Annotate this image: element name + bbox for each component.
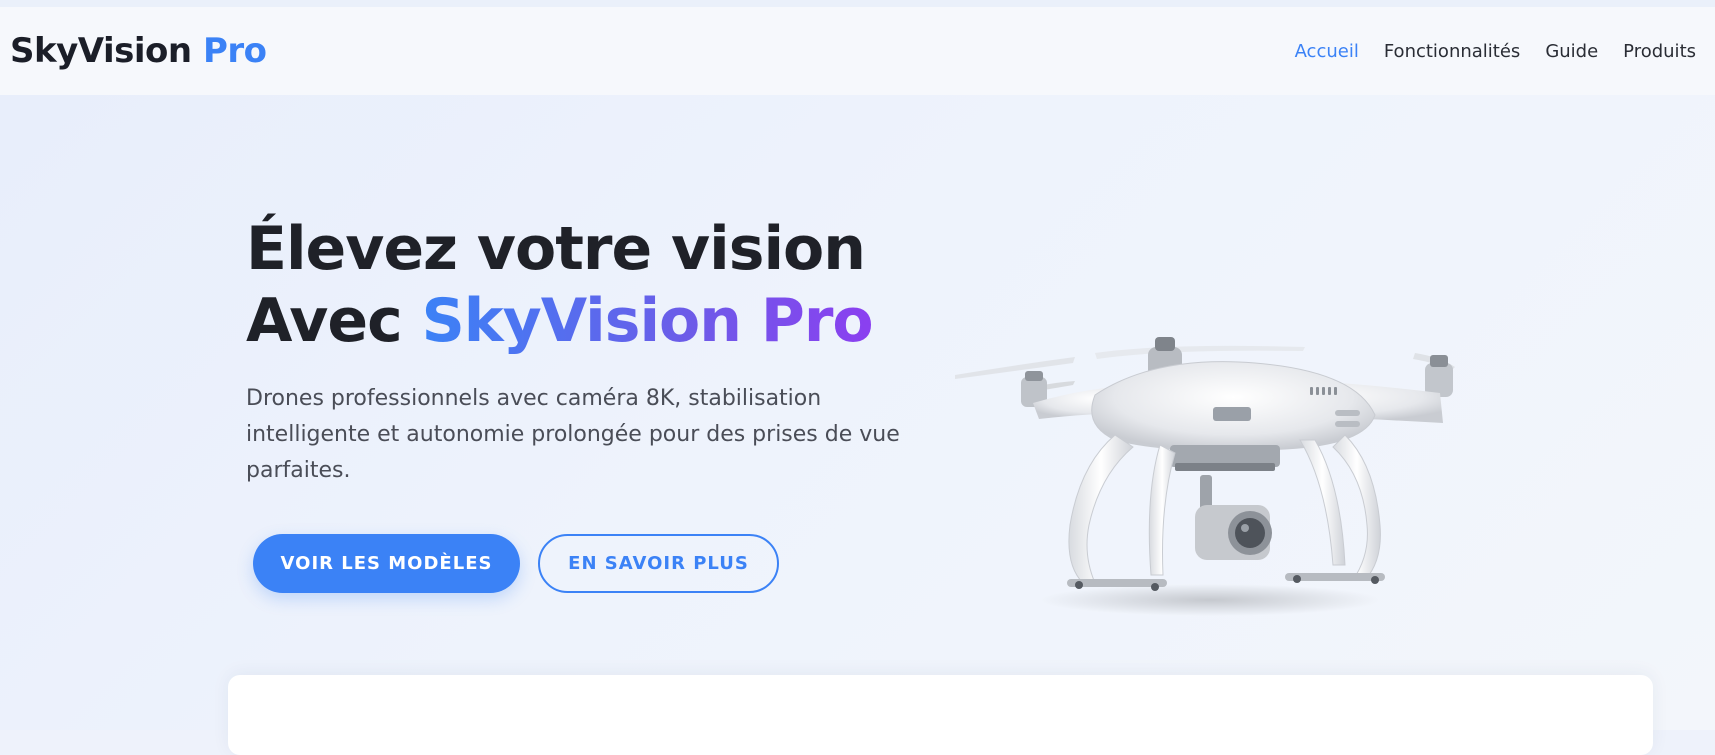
hero-description: Drones professionnels avec caméra 8K, st… — [246, 386, 900, 483]
features-card — [228, 675, 1653, 755]
hero-title-highlight: SkyVision Pro — [421, 286, 874, 356]
navbar: SkyVision Pro Accueil Fonctionnalités Gu… — [0, 7, 1715, 95]
nav-link-accueil[interactable]: Accueil — [1295, 41, 1359, 62]
nav-link-guide[interactable]: Guide — [1545, 41, 1598, 62]
top-strip — [0, 0, 1715, 7]
hero-title-prefix: Avec — [246, 286, 403, 356]
learn-more-button[interactable]: EN SAVOIR PLUS — [538, 534, 779, 593]
main-nav: Accueil Fonctionnalités Guide Produits — [1295, 41, 1696, 62]
drone-image — [955, 337, 1455, 616]
brand-logo[interactable]: SkyVision Pro — [10, 31, 267, 71]
nav-link-fonctionnalites[interactable]: Fonctionnalités — [1384, 41, 1520, 62]
hero-title: Élevez votre vision Avec SkyVision Pro — [246, 213, 874, 357]
brand-name: SkyVision — [10, 31, 192, 71]
brand-accent: Pro — [202, 31, 267, 71]
nav-link-produits[interactable]: Produits — [1623, 41, 1696, 62]
hero-title-line2: Avec SkyVision Pro — [246, 285, 874, 357]
view-models-button[interactable]: VOIR LES MODÈLES — [253, 534, 520, 593]
hero-section: Élevez votre vision Avec SkyVision Pro D… — [0, 95, 1715, 755]
hero-title-line1: Élevez votre vision — [246, 214, 866, 284]
